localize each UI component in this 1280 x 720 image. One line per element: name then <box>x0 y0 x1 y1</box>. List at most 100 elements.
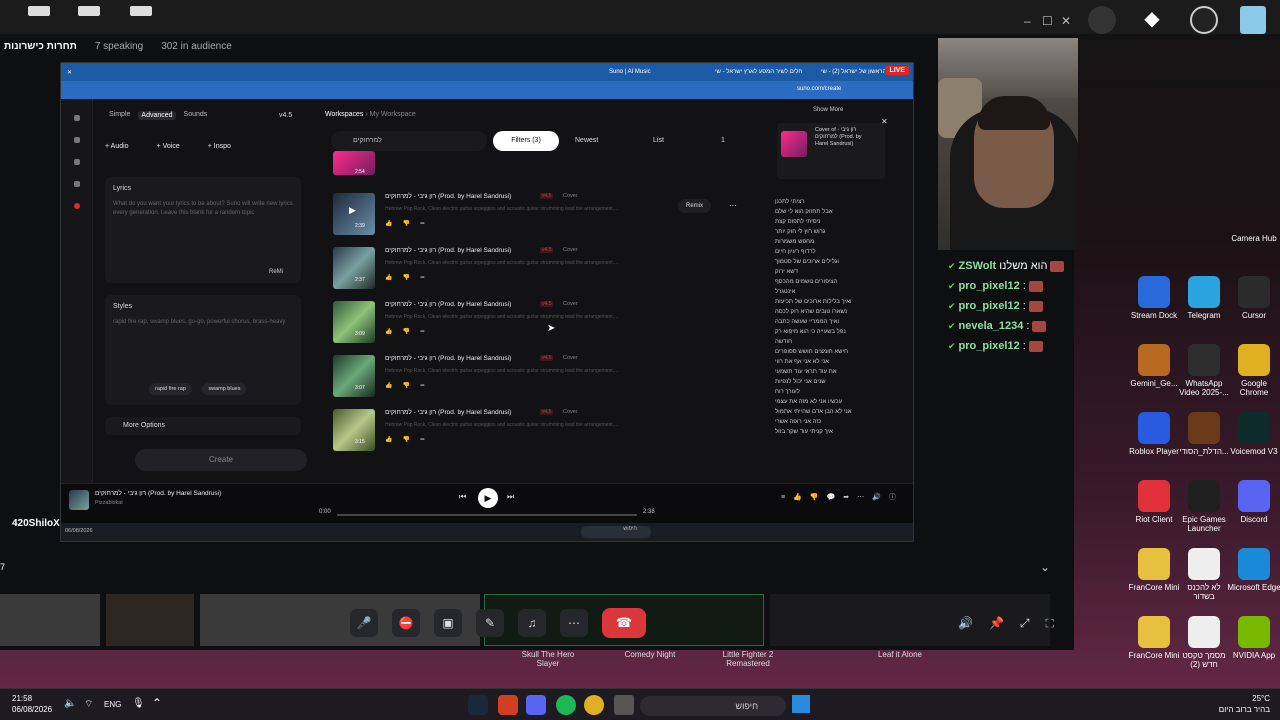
desktop-icon[interactable]: NVIDIA App <box>1226 616 1280 660</box>
wifi-icon[interactable]: ⌔ <box>84 698 93 711</box>
lyrics-input[interactable]: What do you want your lyrics to be about… <box>105 200 301 218</box>
spotify-icon[interactable] <box>556 695 576 715</box>
song-title[interactable]: רון גיבי - למרחוקים (Prod. by Harel Sand… <box>385 247 511 254</box>
taskbar-thumb[interactable] <box>28 6 50 16</box>
player-title[interactable]: רון גיבי - למרחוקים (Prod. by Harel Sand… <box>95 490 221 497</box>
steam-icon[interactable] <box>468 695 488 715</box>
desktop-icon[interactable]: הדלת_הסודי... <box>1176 412 1232 456</box>
avatar[interactable] <box>73 203 80 209</box>
game-label[interactable]: Little Fighter 2 Remastered <box>716 650 780 668</box>
filters-button[interactable]: Filters (3) <box>493 131 559 151</box>
clock[interactable]: 21:58 06/08/2026 <box>12 693 52 715</box>
url-text[interactable]: suno.com/create <box>797 86 841 92</box>
style-chip[interactable]: rapid fire rap <box>149 383 192 395</box>
remix-button[interactable]: Remix <box>677 199 711 213</box>
remote-search[interactable]: חיפוש <box>581 526 651 538</box>
cover-card[interactable]: Cover of רון גיבי - למרחוקים (Prod. by H… <box>777 123 885 179</box>
next-icon[interactable]: ⏭ <box>507 492 514 502</box>
previous-icon[interactable]: ⏮ <box>459 492 466 502</box>
weather-widget[interactable]: 25°C בהיר ברוב היום <box>1214 693 1270 715</box>
game-label[interactable]: Leaf it Alone <box>868 650 932 659</box>
song-actions[interactable]: 👍👎➦ <box>385 274 435 281</box>
camera-off-icon[interactable]: ⛔ <box>392 609 420 637</box>
desktop-icon[interactable]: Roblox Player <box>1126 412 1182 456</box>
lyrics-mode-select[interactable]: ReMi <box>269 269 283 275</box>
chat-username[interactable]: pro_pixel12 <box>959 276 1020 296</box>
address-bar[interactable]: suno.com/create <box>61 81 913 99</box>
desktop-icon[interactable]: FranCore Mini <box>1126 616 1182 660</box>
progress-bar[interactable] <box>337 514 637 516</box>
desktop-icon[interactable]: לא להכנס בשדור <box>1176 548 1232 601</box>
chevron-down-icon[interactable]: ⌄ <box>1040 560 1050 574</box>
list-item[interactable]: 2:54 <box>333 151 753 179</box>
chevron-up-icon[interactable]: ⌃ <box>152 696 162 710</box>
recycle-bin-icon[interactable] <box>1240 6 1266 34</box>
tab-simple[interactable]: Simple <box>109 111 130 120</box>
obs-icon[interactable] <box>1190 6 1218 34</box>
taskbar-search[interactable]: חיפוש <box>640 696 786 716</box>
list-item[interactable]: 3:15 רון גיבי - למרחוקים (Prod. by Harel… <box>333 405 753 453</box>
call-right-controls[interactable]: 🔊📌⤢⛶ <box>958 616 1070 631</box>
chat-username[interactable]: nevela_1234 <box>959 316 1024 336</box>
song-actions[interactable]: 👍👎➦ <box>385 220 435 227</box>
participant-tile[interactable] <box>0 594 100 646</box>
speaker-icon[interactable]: 🔈 <box>64 698 76 709</box>
play-button[interactable]: ▶ <box>478 488 498 508</box>
more-icon[interactable]: ⋯ <box>729 201 737 210</box>
player-actions[interactable]: ≡👍👎💬➦⋯🔊ⓘ <box>781 492 904 502</box>
roblox-studio-icon[interactable]: ◆ <box>1138 6 1166 34</box>
desktop-icon[interactable]: Gemini_Ge... <box>1126 344 1182 388</box>
breadcrumb-root[interactable]: Workspaces <box>325 111 363 118</box>
microphone-icon[interactable]: 🎤 <box>350 609 378 637</box>
home-icon[interactable] <box>73 115 80 121</box>
desktop-icon[interactable]: Camera Hub <box>1226 234 1280 243</box>
song-actions[interactable]: 👍👎➦ <box>385 382 435 389</box>
discord-icon[interactable] <box>526 695 546 715</box>
add-voice-button[interactable]: + Voice <box>157 143 180 150</box>
play-icon[interactable]: ▶ <box>349 205 356 216</box>
view-select[interactable]: List <box>653 131 664 151</box>
song-title[interactable]: רון גיבי - למרחוקים (Prod. by Harel Sand… <box>385 409 511 416</box>
add-audio-button[interactable]: + Audio <box>105 143 129 150</box>
browser-tab[interactable]: Suno | AI Music <box>609 69 651 75</box>
activity-icon[interactable]: ✎ <box>476 609 504 637</box>
app-icon[interactable] <box>498 695 518 715</box>
start-icon[interactable] <box>792 695 810 713</box>
tab-advanced[interactable]: Advanced <box>138 111 176 120</box>
sort-select[interactable]: Newest <box>575 131 598 151</box>
browser-tab[interactable]: חלים לשיר המסע לארץ ישראל - שי <box>715 69 802 75</box>
search-input[interactable]: למרחוקים <box>331 131 487 151</box>
language-indicator[interactable]: ENG <box>104 700 121 709</box>
tab-sounds[interactable]: Sounds <box>184 111 208 120</box>
minimize-icon[interactable]: – <box>1024 14 1031 28</box>
song-actions[interactable]: 👍👎➦ <box>385 328 435 335</box>
taskbar-thumb[interactable] <box>130 6 152 16</box>
song-actions[interactable]: 👍👎➦ <box>385 436 435 443</box>
lyrics-title[interactable]: Lyrics <box>105 177 301 200</box>
song-title[interactable]: רון גיבי - למרחוקים (Prod. by Harel Sand… <box>385 355 511 362</box>
desktop-icon[interactable]: Stream Dock <box>1126 276 1182 320</box>
search-icon[interactable] <box>73 137 80 143</box>
desktop-icon[interactable]: Voicemod V3 <box>1226 412 1280 456</box>
atom-icon[interactable] <box>1088 6 1116 34</box>
disconnect-button[interactable]: ☎ <box>602 608 646 638</box>
chat-username[interactable]: pro_pixel12 <box>959 296 1020 316</box>
desktop-icon[interactable]: FranCore Mini <box>1126 548 1182 592</box>
desktop-icon[interactable]: מסמך טקסט חדש (2) <box>1176 616 1232 669</box>
player-artist[interactable]: Pizzabiskat <box>95 500 123 506</box>
show-more-button[interactable]: Show More <box>813 107 843 113</box>
list-item[interactable]: ▶ 2:39 רון גיבי - למרחוקים (Prod. by Har… <box>333 189 753 237</box>
desktop-icon[interactable]: Discord <box>1226 480 1280 524</box>
game-label[interactable]: Skull The Hero Slayer <box>516 650 580 668</box>
participant-tile[interactable] <box>106 594 194 646</box>
maximize-icon[interactable]: ☐ <box>1042 14 1053 28</box>
file-explorer-icon[interactable] <box>614 695 634 715</box>
library-icon[interactable] <box>73 181 80 187</box>
chat-username[interactable]: ZSWolt <box>959 256 997 276</box>
create-button[interactable]: Create <box>135 449 307 471</box>
close-icon[interactable]: ✕ <box>1061 14 1071 28</box>
list-item[interactable]: 3:07 רון גיבי - למרחוקים (Prod. by Harel… <box>333 351 753 399</box>
desktop-icon[interactable]: Microsoft Edge <box>1226 548 1280 592</box>
more-options[interactable]: More Options <box>105 417 301 435</box>
mic-icon[interactable]: 🎙 <box>132 698 145 709</box>
